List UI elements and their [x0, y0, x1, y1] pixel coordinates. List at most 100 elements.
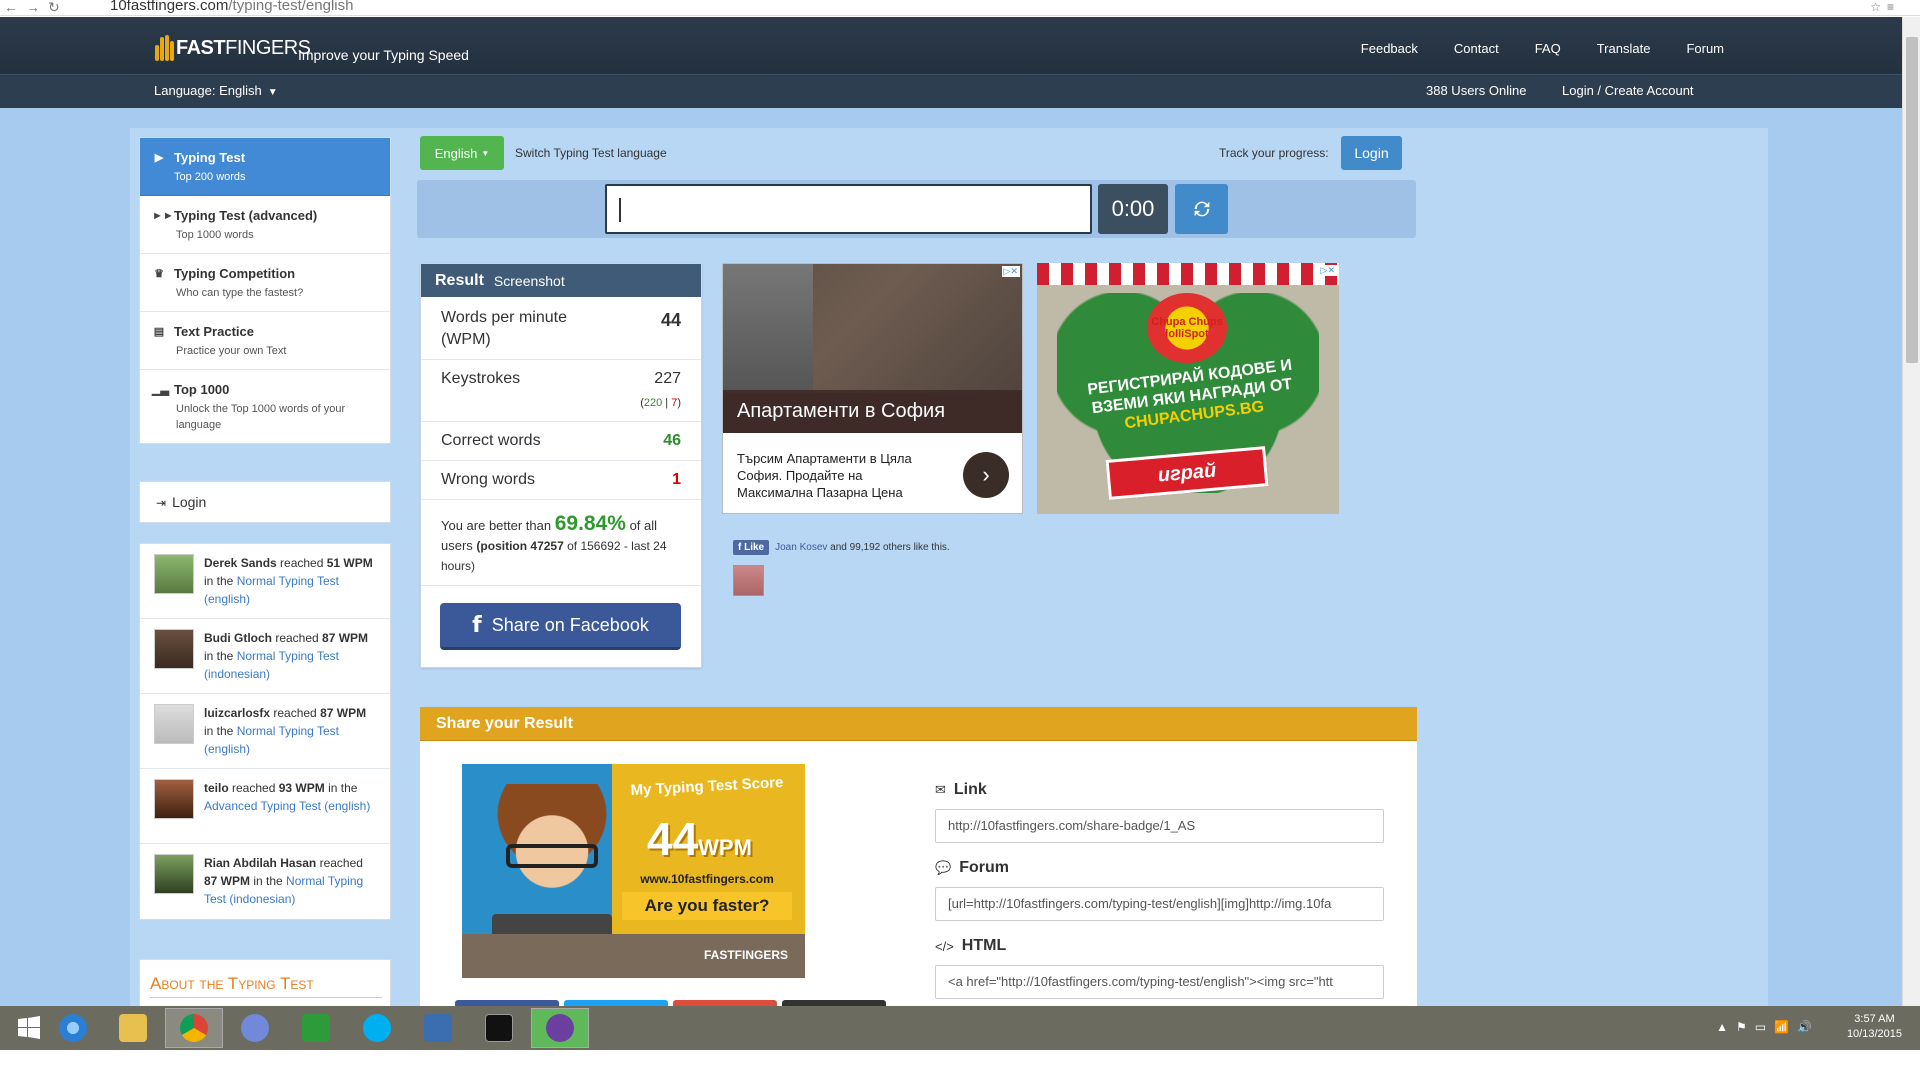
like-friend-name[interactable]: Joan Kosev — [775, 542, 827, 553]
login-button[interactable]: Login — [1341, 136, 1402, 170]
wpm-value: 44 — [660, 310, 681, 330]
envelope-icon: ✉ — [935, 782, 946, 797]
keystrokes-breakdown: (220 | 7) — [640, 397, 681, 409]
about-title: About the Typing Test — [150, 974, 382, 998]
sign-in-icon: ⇥ — [156, 496, 167, 510]
facebook-icon: f — [472, 612, 482, 638]
nav-feedback[interactable]: Feedback — [1361, 41, 1418, 56]
browser-nav-icons[interactable]: ←→↻ — [4, 0, 68, 14]
fast-forward-icon: ►► — [152, 209, 174, 222]
top-nav: Feedback Contact FAQ Translate Forum — [1361, 41, 1724, 56]
chevron-right-icon[interactable]: › — [963, 452, 1009, 498]
avatar[interactable] — [154, 854, 194, 894]
code-icon: </> — [935, 938, 954, 954]
share-result-panel: Share your Result My Typing Test Score 4… — [420, 707, 1417, 1006]
logo-text: FASTFINGERS — [176, 36, 311, 59]
wrong-words-row: Wrong words 1 — [421, 461, 701, 500]
chrome-icon[interactable] — [165, 1008, 223, 1048]
nav-contact[interactable]: Contact — [1454, 41, 1499, 56]
sidebar-nav: ▶ Typing Test Top 200 words ►► Typing Test… — [139, 137, 391, 444]
chupa-chups-logo: Chupa Chups lolliSpot — [1147, 293, 1227, 363]
feed-item: teilo reached 93 WPM in the Advanced Typ… — [140, 769, 390, 844]
command-prompt-icon[interactable] — [470, 1008, 528, 1048]
percentile-value: 69.84% — [554, 512, 626, 535]
share-title: Share your Result — [420, 707, 1417, 741]
windows-taskbar: ▲⚑▭📶🔊 3:57 AM 10/13/2015 — [0, 1006, 1920, 1050]
timer: 0:00 — [1098, 184, 1168, 234]
language-dropdown[interactable]: Language: English ▼ — [154, 83, 278, 98]
avatar[interactable] — [154, 629, 194, 669]
html-field[interactable]: <a href="http://10fastfingers.com/typing… — [935, 965, 1384, 999]
sidebar-item-typing-competition[interactable]: ♛ Typing Competition Who can type the fas… — [140, 254, 390, 312]
clock[interactable]: 3:57 AM 10/13/2015 — [1847, 1012, 1902, 1042]
ad-apartments[interactable]: Апартаменти в София Търсим Апартаменти в… — [722, 263, 1023, 514]
ad-description: Търсим Апартаменти в Цяла София. Продайт… — [737, 451, 912, 500]
wrong-words-label: Wrong words — [441, 471, 535, 488]
hand-logo-icon — [154, 31, 174, 65]
friend-avatar[interactable] — [733, 565, 764, 596]
html-label: </> HTML — [935, 937, 1007, 954]
nav-translate[interactable]: Translate — [1597, 41, 1651, 56]
wrong-words-value: 1 — [672, 471, 681, 488]
sidebar-item-top-1000[interactable]: ▁▃ Top 1000 Unlock the Top 1000 words of … — [140, 370, 390, 443]
feed-item: Budi Gtloch reached 87 WPM in the Normal… — [140, 619, 390, 694]
share-on-facebook-button[interactable]: f Share on Facebook — [440, 603, 681, 650]
reload-button[interactable] — [1175, 184, 1228, 234]
store-icon[interactable] — [287, 1008, 345, 1048]
users-online: 388 Users Online — [1426, 83, 1527, 98]
forum-label: 💬 Forum — [935, 859, 1009, 876]
avatar[interactable] — [154, 704, 194, 744]
sidebar-item-typing-test-advanced[interactable]: ►► Typing Test (advanced) Top 1000 words — [140, 196, 390, 254]
github-icon[interactable] — [531, 1008, 589, 1048]
adchoices-icon[interactable]: ▷✕ — [1001, 266, 1020, 277]
scrollbar-thumb[interactable] — [1906, 37, 1918, 363]
virtualbox-icon[interactable] — [409, 1008, 467, 1048]
system-tray-icons[interactable]: ▲⚑▭📶🔊 — [1716, 1020, 1820, 1034]
ad-chupa-chups[interactable]: Chupa Chups lolliSpot РЕГИСТРИРАЙ КОДОВЕ… — [1037, 263, 1339, 514]
scrollbar[interactable] — [1902, 17, 1920, 1006]
login-create-account-link[interactable]: Login / Create Account — [1562, 83, 1694, 98]
activity-feed: Derek Sands reached 51 WPM in the Normal… — [139, 543, 391, 920]
browser-address-bar: ←→↻ 10fastfingers.com/typing-test/englis… — [0, 0, 1920, 16]
result-box: Result Screenshot Words per minute (WPM)… — [420, 263, 702, 668]
keystrokes-label: Keystrokes — [441, 370, 521, 387]
address-bar-url[interactable]: 10fastfingers.com/typing-test/english — [110, 0, 353, 14]
play-icon: ▶ — [154, 152, 164, 164]
site-logo[interactable]: FASTFINGERS — [154, 31, 311, 65]
feed-link[interactable]: Advanced Typing Test (english) — [204, 799, 370, 813]
keystrokes-row: Keystrokes 227 (220 | 7) — [421, 360, 701, 422]
tagline: Improve your Typing Speed — [298, 47, 469, 63]
keystrokes-value: 227 — [654, 370, 681, 387]
bookmark-star-icon[interactable]: ☆≡ — [1870, 0, 1900, 14]
forum-field[interactable]: [url=http://10fastfingers.com/typing-tes… — [935, 887, 1384, 921]
internet-explorer-icon[interactable] — [44, 1008, 102, 1048]
correct-words-label: Correct words — [441, 432, 541, 449]
wpm-label: Words per minute (WPM) — [441, 309, 567, 348]
typing-input[interactable] — [605, 184, 1092, 234]
nav-forum[interactable]: Forum — [1686, 41, 1724, 56]
sidebar-login[interactable]: ⇥ Login — [139, 481, 391, 523]
avatar[interactable] — [154, 779, 194, 819]
screenshot-tab[interactable]: Screenshot — [494, 273, 565, 289]
text-cursor — [619, 198, 621, 222]
file-explorer-icon[interactable] — [104, 1008, 162, 1048]
feed-item: luizcarlosfx reached 87 WPM in the Norma… — [140, 694, 390, 769]
sidebar-item-typing-test[interactable]: ▶ Typing Test Top 200 words — [140, 138, 390, 196]
discord-icon[interactable] — [226, 1008, 284, 1048]
link-field[interactable]: http://10fastfingers.com/share-badge/1_A… — [935, 809, 1384, 843]
skype-icon[interactable] — [348, 1008, 406, 1048]
refresh-icon — [1194, 201, 1209, 217]
language-select-button[interactable]: English ▼ — [420, 136, 504, 170]
correct-words-row: Correct words 46 — [421, 422, 701, 461]
nav-faq[interactable]: FAQ — [1535, 41, 1561, 56]
percentile-text: You are better than 69.84% of all users … — [421, 500, 701, 586]
result-title: Result — [435, 271, 484, 289]
facebook-like: f Like Joan Kosev and 99,192 others like… — [733, 540, 950, 555]
link-label: ✉ Link — [935, 781, 987, 798]
avatar[interactable] — [154, 554, 194, 594]
wpm-row: Words per minute (WPM) 44 — [421, 297, 701, 360]
switch-language-text: Switch Typing Test language — [515, 146, 667, 160]
sidebar-item-text-practice[interactable]: ▤ Text Practice Practice your own Text — [140, 312, 390, 370]
like-button[interactable]: f Like — [733, 540, 770, 555]
adchoices-icon[interactable]: ▷✕ — [1318, 265, 1337, 276]
